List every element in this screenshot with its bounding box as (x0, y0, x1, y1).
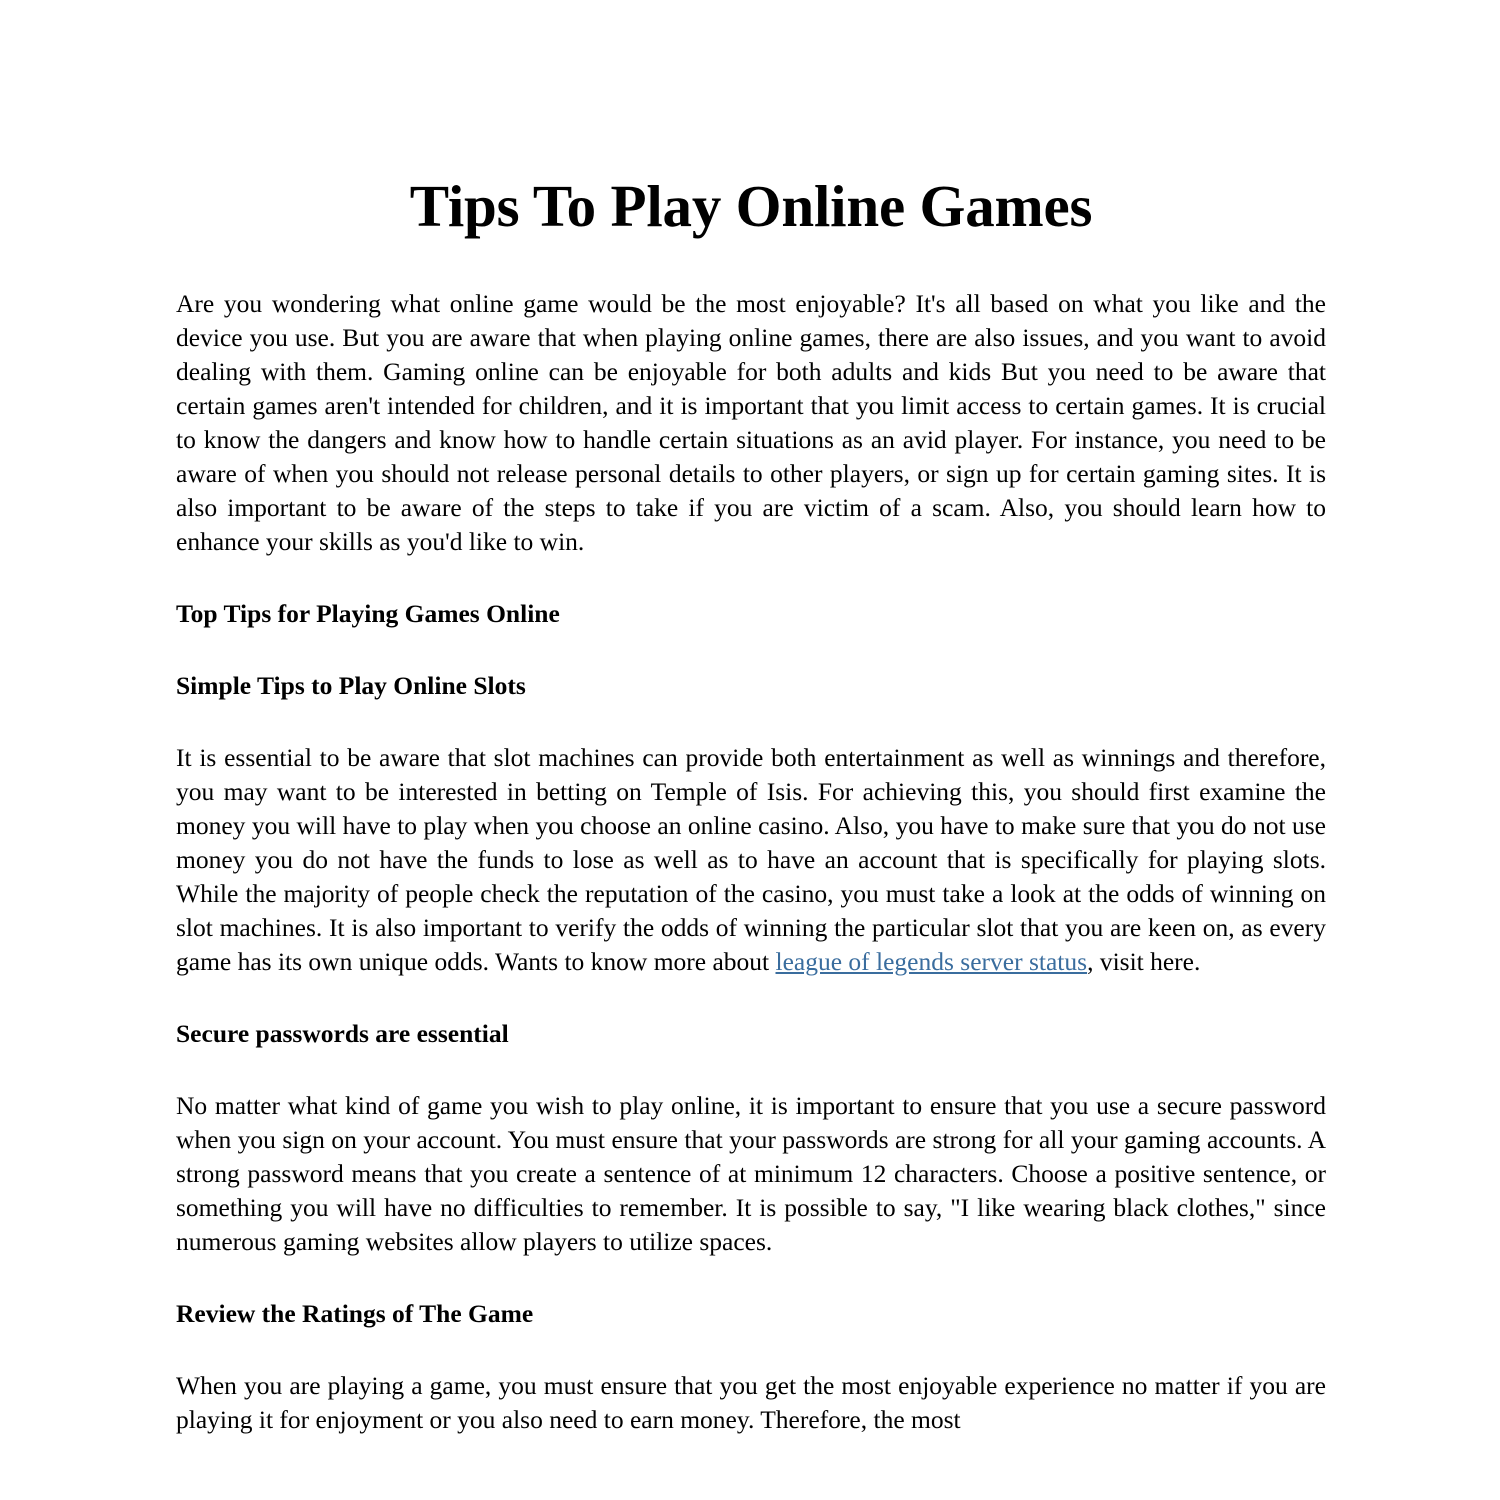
section-heading-secure-passwords: Secure passwords are essential (176, 1018, 509, 1048)
passwords-paragraph: No matter what kind of game you wish to … (176, 1090, 1326, 1256)
section-heading-review-ratings: Review the Ratings of The Game (176, 1298, 534, 1328)
slots-paragraph: It is essential to be aware that slot ma… (176, 741, 1326, 979)
section-heading-simple-tips-slots: Simple Tips to Play Online Slots (176, 670, 526, 700)
page-title: Tips To Play Online Games (409, 173, 1093, 239)
league-of-legends-server-status-link[interactable]: league of legends server status (776, 947, 1088, 976)
document-page: Tips To Play Online Games Are you wonder… (0, 0, 1500, 1500)
document-content: Tips To Play Online Games Are you wonder… (176, 0, 1326, 1437)
intro-paragraph: Are you wondering what online game would… (176, 288, 1326, 556)
ratings-paragraph: When you are playing a game, you must en… (176, 1370, 1326, 1434)
slots-paragraph-text-after-link: , visit here. (1087, 946, 1201, 976)
section-heading-top-tips: Top Tips for Playing Games Online (176, 598, 560, 628)
slots-paragraph-text-before-link: It is essential to be aware that slot ma… (176, 742, 1326, 976)
